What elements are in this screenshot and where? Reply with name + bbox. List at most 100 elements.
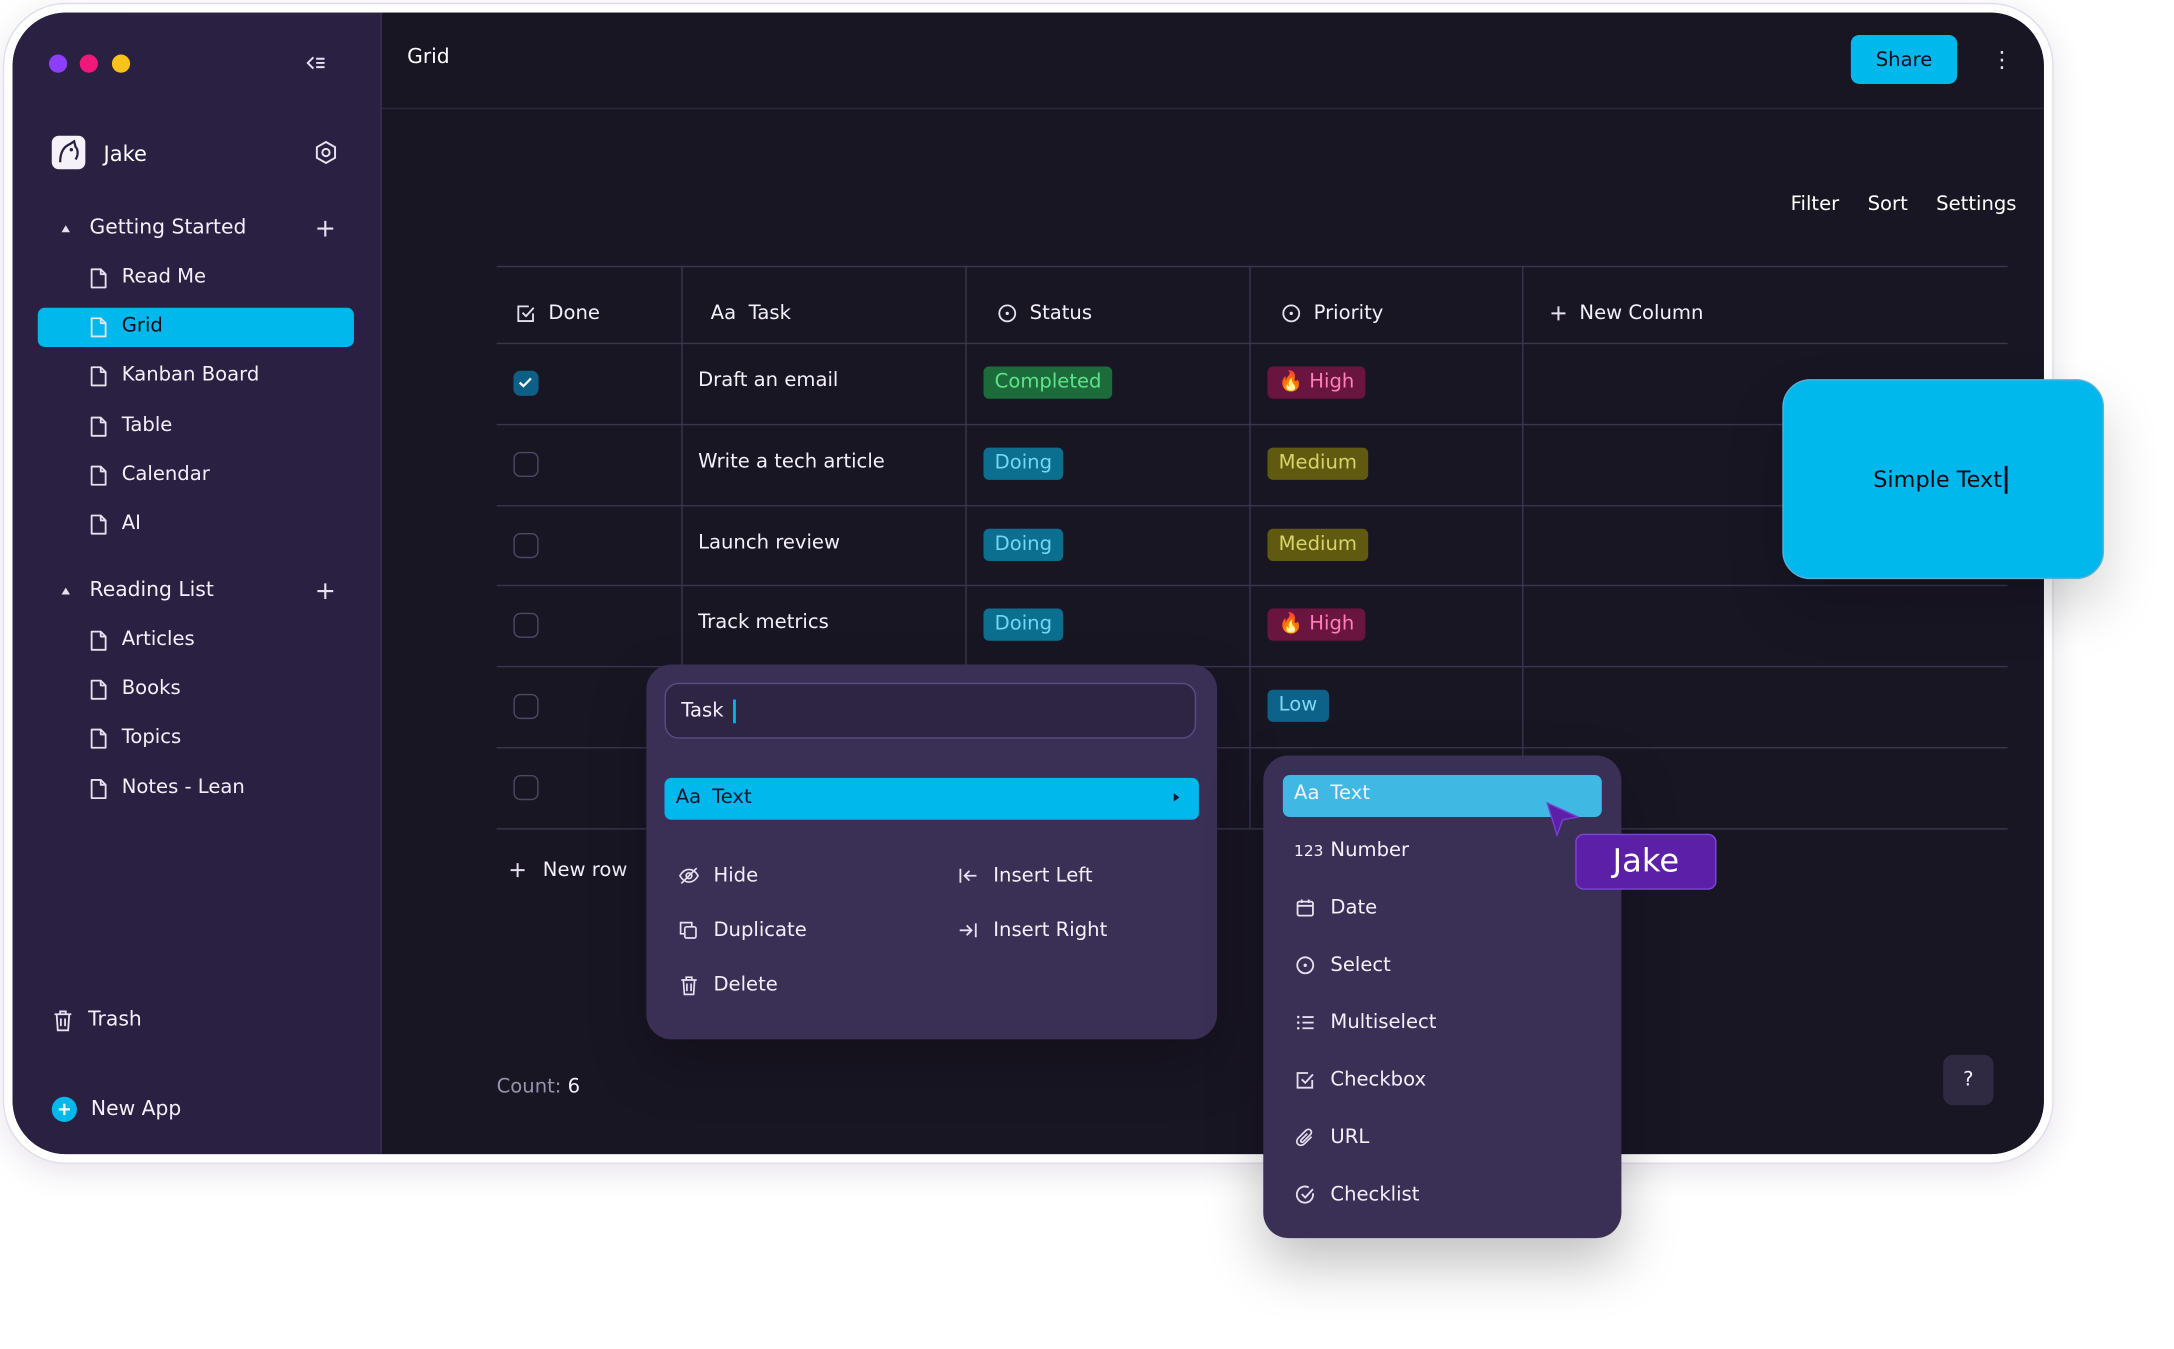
sidebar-item-read-me[interactable]: Read Me bbox=[38, 259, 354, 298]
settings-icon[interactable] bbox=[313, 140, 338, 165]
type-option-multiselect[interactable]: Multiselect bbox=[1294, 1011, 1437, 1034]
menu-item-hide[interactable]: Hide bbox=[677, 865, 758, 887]
type-option-text[interactable]: Aa Text bbox=[1294, 782, 1370, 804]
priority-badge[interactable]: Medium bbox=[1267, 447, 1369, 480]
section-reading-list[interactable]: Reading List + bbox=[49, 572, 357, 611]
column-header-new-column[interactable]: New Column bbox=[1550, 302, 1703, 325]
done-checkbox[interactable] bbox=[513, 693, 539, 720]
collapse-triangle-icon[interactable] bbox=[61, 587, 70, 595]
more-options-icon[interactable]: ⋮ bbox=[1991, 46, 2013, 73]
column-header-status[interactable]: Status bbox=[997, 302, 1093, 325]
checkbox-icon bbox=[1294, 1070, 1316, 1090]
sidebar-item-books[interactable]: Books bbox=[38, 670, 354, 709]
plus-icon bbox=[509, 862, 526, 879]
sidebar-item-articles[interactable]: Articles bbox=[38, 621, 354, 660]
new-row-label: New row bbox=[542, 858, 628, 882]
sidebar-item-label: Books bbox=[121, 677, 181, 700]
type-option-label: Date bbox=[1330, 896, 1378, 920]
task-cell[interactable]: Draft an email bbox=[698, 369, 838, 391]
trash-button[interactable]: Trash bbox=[52, 1003, 142, 1037]
sidebar-item-table[interactable]: Table bbox=[38, 407, 354, 446]
priority-badge[interactable]: 🔥 High bbox=[1267, 366, 1366, 399]
task-cell[interactable]: Track metrics bbox=[698, 611, 829, 633]
type-option-date[interactable]: Date bbox=[1294, 897, 1377, 919]
sidebar-item-notes-lean[interactable]: Notes - Lean bbox=[38, 769, 354, 808]
filter-button[interactable]: Filter bbox=[1791, 193, 1840, 215]
type-option-label: Checkbox bbox=[1330, 1068, 1427, 1092]
trash-label: Trash bbox=[88, 1008, 142, 1032]
menu-item-insert-right[interactable]: Insert Right bbox=[957, 919, 1108, 942]
priority-badge[interactable]: Low bbox=[1267, 689, 1329, 722]
sort-button[interactable]: Sort bbox=[1868, 193, 1908, 215]
status-badge[interactable]: Doing bbox=[983, 608, 1064, 641]
done-checkbox[interactable] bbox=[513, 612, 539, 638]
avatar[interactable] bbox=[51, 135, 86, 170]
type-option-url[interactable]: URL bbox=[1294, 1126, 1370, 1149]
column-header-label: Status bbox=[1029, 302, 1093, 325]
column-name-input[interactable]: Task bbox=[664, 682, 1197, 739]
new-row-button[interactable]: New row bbox=[509, 859, 627, 881]
done-checkbox[interactable] bbox=[513, 532, 539, 558]
done-checkbox[interactable] bbox=[513, 451, 539, 478]
column-header-done[interactable]: Done bbox=[516, 302, 600, 325]
type-option-select[interactable]: Select bbox=[1294, 954, 1391, 976]
document-icon bbox=[90, 630, 110, 652]
sidebar-item-kanban-board[interactable]: Kanban Board bbox=[38, 357, 354, 396]
add-page-icon[interactable]: + bbox=[315, 214, 336, 243]
select-icon bbox=[1281, 304, 1301, 324]
grid-column-line bbox=[1249, 265, 1251, 829]
section-getting-started[interactable]: Getting Started + bbox=[49, 210, 357, 249]
menu-item-insert-left[interactable]: Insert Left bbox=[957, 865, 1093, 887]
sidebar-item-grid[interactable]: Grid bbox=[37, 308, 354, 348]
type-option-number[interactable]: 123 Number bbox=[1294, 839, 1409, 861]
menu-item-label: Duplicate bbox=[713, 919, 807, 942]
priority-badge[interactable]: 🔥 High bbox=[1267, 608, 1366, 641]
new-app-button[interactable]: New App bbox=[51, 1093, 182, 1127]
done-checkbox[interactable] bbox=[513, 775, 539, 801]
column-type-select[interactable]: Aa Text bbox=[664, 777, 1199, 820]
type-option-label: Text bbox=[1330, 782, 1371, 805]
status-badge[interactable]: Completed bbox=[983, 366, 1113, 399]
column-header-priority[interactable]: Priority bbox=[1281, 302, 1384, 325]
type-option-checkbox[interactable]: Checkbox bbox=[1294, 1069, 1426, 1091]
status-badge[interactable]: Doing bbox=[983, 447, 1064, 480]
column-header-label: Task bbox=[748, 302, 791, 325]
sidebar-item-topics[interactable]: Topics bbox=[38, 720, 354, 759]
priority-badge[interactable]: Medium bbox=[1267, 528, 1369, 561]
menu-item-label: Hide bbox=[713, 864, 759, 887]
calendar-icon bbox=[1294, 898, 1316, 918]
sidebar-item-label: AI bbox=[121, 512, 141, 535]
help-button[interactable]: ? bbox=[1943, 1054, 1994, 1106]
window-dot-yellow[interactable] bbox=[111, 54, 131, 73]
select-icon bbox=[997, 304, 1017, 324]
column-header-label: Done bbox=[548, 302, 600, 325]
number-icon: 123 bbox=[1294, 841, 1324, 860]
task-cell[interactable]: Write a tech article bbox=[698, 450, 885, 472]
type-option-label: URL bbox=[1330, 1126, 1370, 1149]
menu-item-duplicate[interactable]: Duplicate bbox=[677, 919, 807, 942]
sidebar-item-label: Topics bbox=[121, 726, 182, 749]
settings-button[interactable]: Settings bbox=[1936, 193, 2016, 215]
sidebar-item-ai[interactable]: AI bbox=[38, 505, 354, 544]
column-header-task[interactable]: Aa Task bbox=[711, 302, 791, 324]
add-page-icon[interactable]: + bbox=[315, 576, 336, 605]
status-badge[interactable]: Doing bbox=[983, 528, 1064, 561]
floating-text-card[interactable]: Simple Text bbox=[1782, 379, 2105, 580]
window-dot-pink[interactable] bbox=[79, 54, 98, 73]
share-button[interactable]: Share bbox=[1850, 34, 1958, 84]
type-option-checklist[interactable]: Checklist bbox=[1294, 1184, 1419, 1206]
menu-item-delete[interactable]: Delete bbox=[677, 974, 778, 996]
plus-circle-icon bbox=[51, 1096, 77, 1122]
menu-item-label: Insert Right bbox=[993, 919, 1108, 942]
section-label: Reading List bbox=[89, 579, 214, 602]
task-cell[interactable]: Launch review bbox=[698, 531, 840, 553]
column-header-label: Priority bbox=[1313, 302, 1384, 325]
collapse-sidebar-icon[interactable] bbox=[305, 52, 327, 74]
sidebar-item-calendar[interactable]: Calendar bbox=[38, 456, 354, 495]
check-circle-icon bbox=[1294, 1185, 1316, 1205]
done-checkbox[interactable] bbox=[513, 370, 539, 396]
window-dot-purple[interactable] bbox=[48, 54, 68, 73]
document-icon bbox=[90, 316, 110, 338]
row-count: Count: 6 bbox=[497, 1076, 580, 1098]
collapse-triangle-icon[interactable] bbox=[61, 225, 70, 233]
